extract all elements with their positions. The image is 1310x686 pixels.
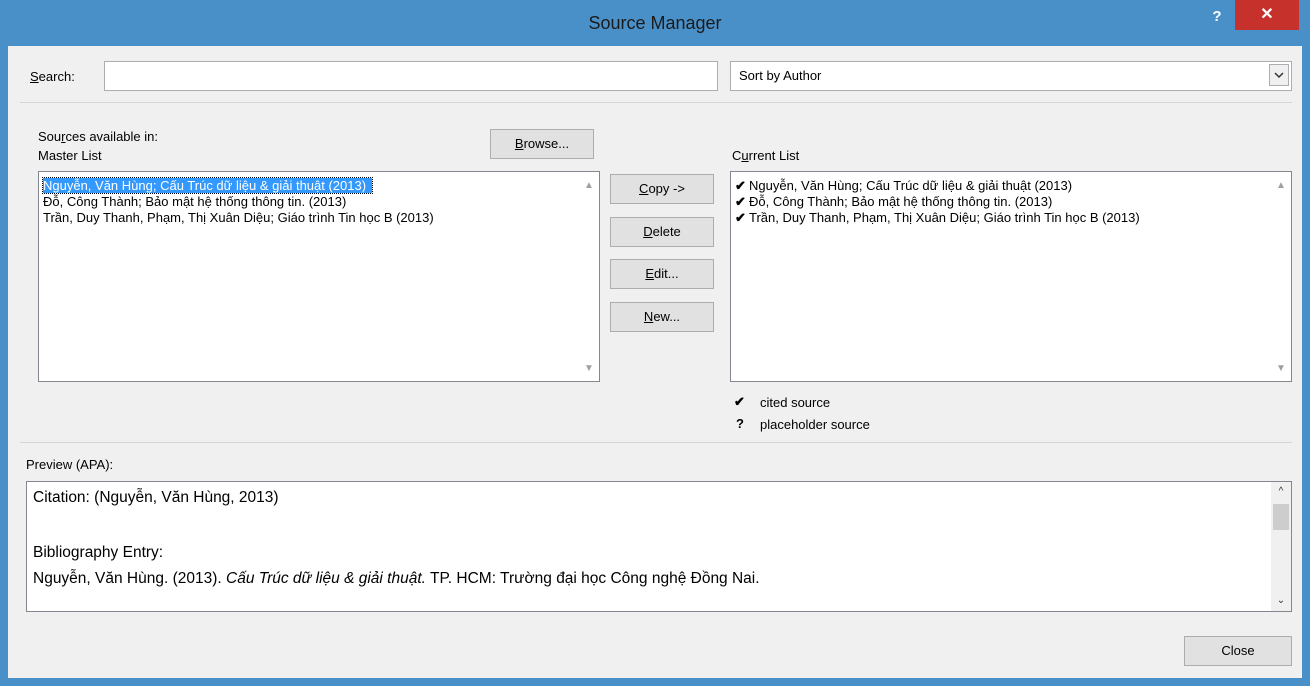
bibliography-label: Bibliography Entry: (33, 544, 164, 561)
window-title: Source Manager (588, 13, 722, 33)
preview-scrollbar[interactable]: ^ ⌄ (1271, 482, 1291, 611)
sort-selected-value: Sort by Author (739, 68, 822, 83)
copy-button[interactable]: Copy -> (610, 174, 714, 204)
search-input[interactable] (104, 61, 718, 91)
scroll-up-arrow-icon[interactable]: ▲ (1273, 178, 1289, 194)
master-list[interactable]: Nguyễn, Văn Hùng; Cấu Trúc dữ liệu & giả… (38, 171, 600, 382)
chevron-down-icon[interactable] (1269, 64, 1289, 86)
bibliography-entry: Nguyễn, Văn Hùng. (2013). Cấu Trúc dữ li… (33, 570, 760, 587)
placeholder-source-legend: placeholder source (760, 417, 870, 432)
current-list-item[interactable]: ✔ Nguyễn, Văn Hùng; Cấu Trúc dữ liệu & gi… (735, 178, 1072, 193)
window-close-button[interactable]: ✕ (1235, 0, 1299, 30)
separator-bottom (20, 442, 1292, 443)
sort-dropdown[interactable]: Sort by Author (730, 61, 1292, 91)
scroll-down-arrow-icon[interactable]: ▼ (1273, 361, 1289, 377)
preview-box[interactable]: Citation: (Nguyễn, Văn Hùng, 2013) Bibli… (26, 481, 1292, 612)
search-label: Search: (30, 69, 75, 84)
new-button[interactable]: New... (610, 302, 714, 332)
scroll-up-arrow-icon[interactable]: ▲ (581, 178, 597, 194)
cited-check-icon: ✔ (734, 394, 745, 409)
edit-button[interactable]: Edit... (610, 259, 714, 289)
check-icon: ✔ (735, 194, 746, 209)
master-list-title: Master List (38, 148, 102, 163)
current-list-item[interactable]: ✔ Trần, Duy Thanh, Phạm, Thị Xuân Diệu; G… (735, 210, 1140, 225)
scroll-down-arrow-icon[interactable]: ⌄ (1273, 593, 1289, 609)
current-list-item[interactable]: ✔ Đỗ, Công Thành; Bảo mật hệ thống thông … (735, 194, 1052, 209)
cited-source-legend: cited source (760, 395, 831, 410)
current-list[interactable]: ✔ Nguyễn, Văn Hùng; Cấu Trúc dữ liệu & gi… (730, 171, 1292, 382)
placeholder-question-icon: ? (736, 416, 744, 431)
preview-label: Preview (APA): (26, 457, 114, 472)
scrollbar-thumb[interactable] (1273, 504, 1289, 530)
check-icon: ✔ (735, 210, 746, 225)
master-list-item[interactable]: Đỗ, Công Thành; Bảo mật hệ thống thông t… (43, 194, 346, 209)
browse-button[interactable]: Browse... (490, 129, 594, 159)
help-button[interactable]: ? (1204, 6, 1230, 28)
scroll-down-arrow-icon[interactable]: ▼ (581, 361, 597, 377)
master-list-item[interactable]: Nguyễn, Văn Hùng; Cấu Trúc dữ liệu & giả… (41, 177, 374, 194)
sources-available-label: Sources available in: (38, 129, 158, 144)
master-list-item[interactable]: Trần, Duy Thanh, Phạm, Thị Xuân Diệu; Gi… (43, 210, 434, 225)
separator-top (20, 102, 1292, 103)
current-list-title: Current List (732, 148, 800, 163)
dialog-body: Search: Sort by Author Sources available… (8, 46, 1302, 678)
citation-text: Citation: (Nguyễn, Văn Hùng, 2013) (33, 489, 279, 506)
close-button[interactable]: Close (1184, 636, 1292, 666)
delete-button[interactable]: Delete (610, 217, 714, 247)
title-bar: Source Manager ? ✕ (0, 0, 1310, 46)
check-icon: ✔ (735, 178, 746, 193)
scroll-up-arrow-icon[interactable]: ^ (1273, 484, 1289, 500)
